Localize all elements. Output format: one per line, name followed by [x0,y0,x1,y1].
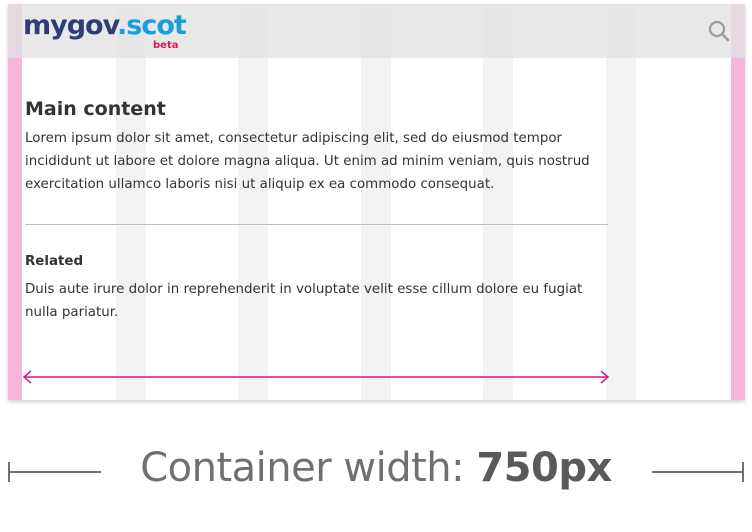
related-heading: Related [25,254,84,269]
related-body: Duis aute irure dolor in reprehenderit i… [25,282,583,320]
grid-column [606,4,636,400]
divider [25,224,608,225]
main-content-title: Main content [25,98,166,120]
site-header: mygov.scot beta [8,4,745,58]
caption-label: Container width: [140,445,477,491]
search-button[interactable] [707,19,731,43]
logo-mygov-text: mygov [23,10,118,41]
caption-right-bracket [652,462,744,482]
caption-value: 750px [476,445,612,491]
diagram: mygov.scot beta Main content Lorem ipsum… [0,0,752,532]
grid-column [238,4,268,400]
grid-column [483,4,513,400]
container-frame: mygov.scot beta Main content Lorem ipsum… [8,4,745,400]
logo-scot-text: .scot [117,10,187,41]
container-width-caption: Container width: 750px [0,440,752,510]
caption-text: Container width: 750px [0,446,752,490]
main-content-body: Lorem ipsum dolor sit amet, consectetur … [25,130,590,192]
main-content: Main content Lorem ipsum dolor sit amet,… [25,98,610,196]
grid-column [116,4,146,400]
grid-column [361,4,391,400]
search-icon [708,20,730,42]
content-width-arrow [22,370,610,384]
left-gutter [8,4,22,400]
mygov-logo[interactable]: mygov.scot [23,10,187,41]
right-gutter [731,4,745,400]
beta-badge: beta [153,40,179,51]
